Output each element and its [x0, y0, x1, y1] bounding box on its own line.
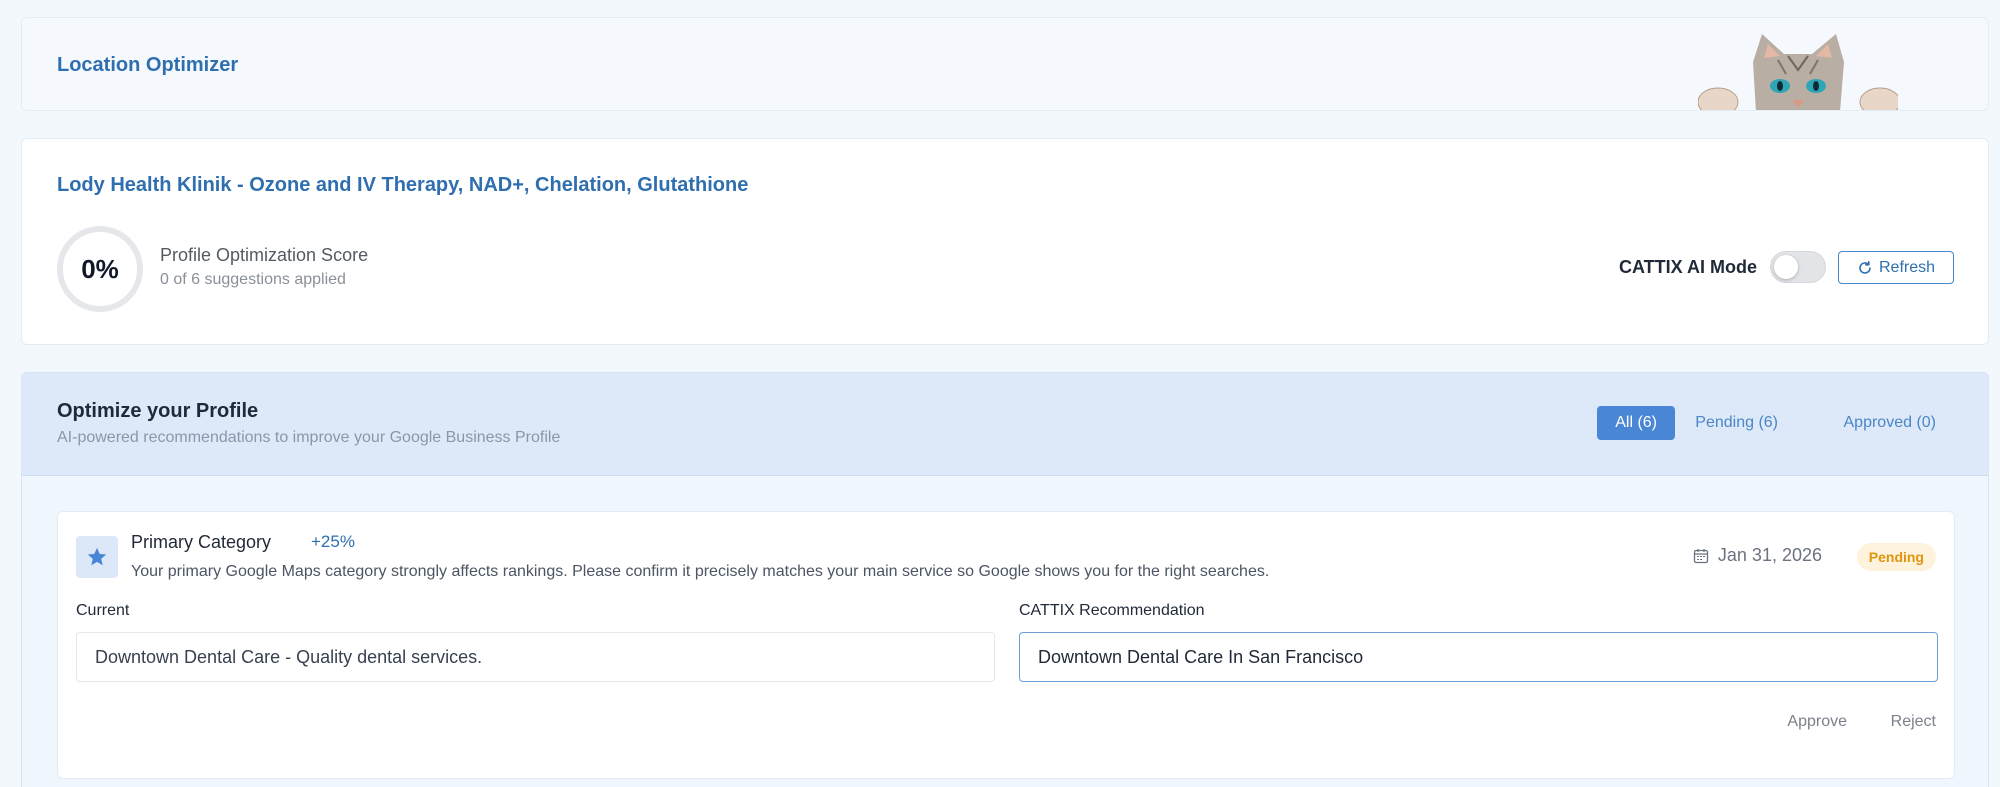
location-card: Lody Health Klinik - Ozone and IV Therap… [21, 138, 1989, 345]
calendar-icon [1693, 548, 1709, 563]
date-text: Jan 31, 2026 [1717, 545, 1822, 565]
score-subtitle: 0 of 6 suggestions applied [160, 271, 346, 288]
tab-pending[interactable]: Pending (6) [1677, 406, 1796, 440]
refresh-button[interactable]: Refresh [1838, 251, 1954, 284]
ai-mode-toggle[interactable] [1770, 251, 1826, 283]
toggle-knob [1774, 255, 1798, 279]
reject-button[interactable]: Reject [1891, 713, 1936, 731]
approve-button[interactable]: Approve [1787, 713, 1847, 731]
score-title: Profile Optimization Score [160, 245, 369, 265]
ai-mode-label: CATTIX AI Mode [1619, 257, 1757, 277]
star-badge [76, 536, 118, 578]
header-card: Location Optimizer [21, 17, 1989, 111]
recommendation-label: CATTIX Recommendation [1019, 602, 1205, 619]
location-name: Lody Health Klinik - Ozone and IV Therap… [57, 174, 749, 196]
star-icon [87, 547, 107, 566]
refresh-icon [1859, 260, 1871, 274]
suggestion-card: Primary Category +25% Your primary Googl… [57, 511, 1955, 779]
optimize-header: Optimize your Profile AI-powered recomme… [22, 373, 1988, 476]
app-title: Location Optimizer [57, 54, 239, 76]
status-badge: Pending [1856, 543, 1936, 571]
score-ring: 0% [57, 226, 143, 312]
score-value: 0% [81, 253, 119, 284]
refresh-label: Refresh [1878, 258, 1936, 276]
suggestion-date: Jan 31, 2026 [1693, 545, 1822, 566]
suggestion-impact: +25% [311, 532, 355, 551]
optimize-subtitle: AI-powered recommendations to improve yo… [57, 429, 561, 446]
tab-all[interactable]: All (6) [1597, 406, 1675, 440]
current-value-field: Downtown Dental Care - Quality dental se… [76, 632, 995, 682]
cat-mascot-icon [1698, 34, 1898, 110]
suggestion-description: Your primary Google Maps category strong… [131, 563, 1270, 580]
optimize-title: Optimize your Profile [57, 400, 259, 422]
recommendation-input[interactable]: Downtown Dental Care In San Francisco [1019, 632, 1938, 682]
suggestion-title: Primary Category [131, 532, 272, 552]
optimize-card: Optimize your Profile AI-powered recomme… [21, 372, 1989, 787]
current-label: Current [76, 602, 130, 619]
tab-approved[interactable]: Approved (0) [1826, 406, 1955, 440]
